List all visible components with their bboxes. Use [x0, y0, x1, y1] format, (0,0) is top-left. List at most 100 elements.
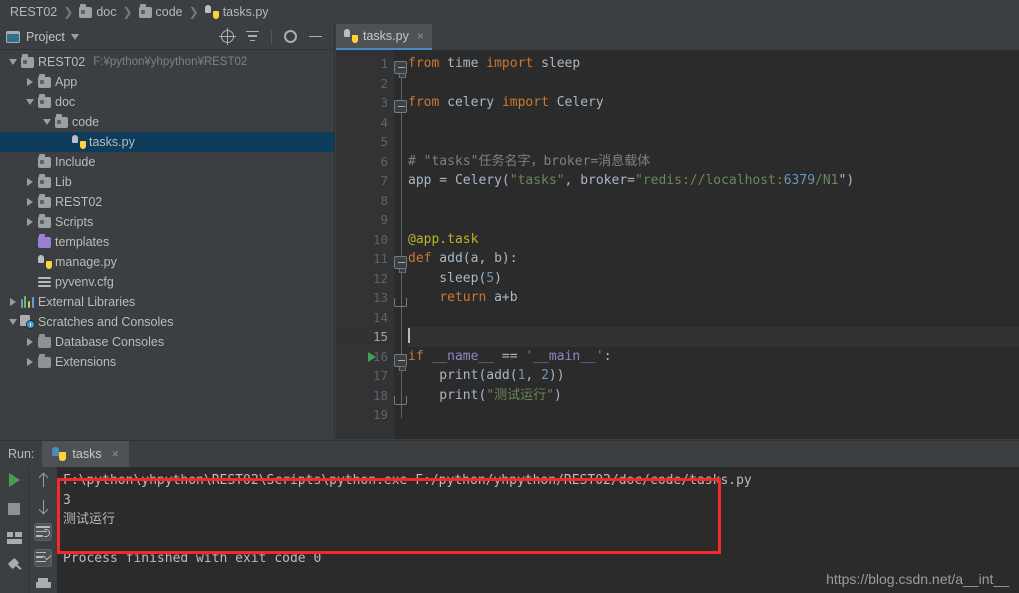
code-line[interactable]	[408, 191, 1019, 211]
run-tab-tasks[interactable]: tasks ×	[42, 441, 129, 467]
tree-item-external-libraries[interactable]: External Libraries	[0, 292, 334, 312]
arrow-down-icon	[38, 499, 49, 514]
line-number: 14	[336, 308, 394, 328]
editor-tab-tasks-py[interactable]: tasks.py ×	[336, 24, 432, 50]
editor-tabbar: tasks.py ×	[336, 24, 1019, 50]
code-line[interactable]: print("测试运行")	[408, 386, 1019, 406]
tree-item-path: F:¥python¥yhpython¥REST02	[93, 56, 247, 68]
chevron-down-icon[interactable]	[71, 34, 79, 40]
tree-item-code[interactable]: code	[0, 112, 334, 132]
code-line[interactable]: if __name__ == '__main__':	[408, 347, 1019, 367]
code-line[interactable]	[408, 308, 1019, 328]
line-number: 19	[336, 405, 394, 425]
code-line[interactable]: sleep(5)	[408, 269, 1019, 289]
chevron-down-icon[interactable]	[23, 99, 36, 105]
run-line-marker-icon[interactable]	[368, 352, 376, 362]
chevron-right-icon[interactable]	[23, 198, 36, 206]
tree-item-scratches-and-consoles[interactable]: Scratches and Consoles	[0, 312, 334, 332]
run-toolbar-left	[0, 467, 29, 593]
breadcrumb-item-rest02[interactable]: REST02	[6, 5, 57, 19]
soft-wrap-button[interactable]	[34, 523, 52, 541]
code-line[interactable]: @app.task	[408, 230, 1019, 250]
code-line[interactable]: return a+b	[408, 288, 1019, 308]
tree-item-lib[interactable]: Lib	[0, 172, 334, 192]
code-line[interactable]	[408, 74, 1019, 94]
pin-button[interactable]	[5, 558, 23, 576]
python-file-icon	[38, 255, 52, 269]
layout-button[interactable]	[5, 529, 23, 547]
line-number: 3	[336, 93, 394, 113]
breadcrumb-item-code[interactable]: code	[139, 5, 183, 19]
folder-icon	[38, 77, 51, 88]
project-title[interactable]: Project	[6, 30, 79, 44]
print-button[interactable]	[34, 575, 52, 593]
chevron-down-icon[interactable]	[6, 59, 19, 65]
chevron-right-icon[interactable]	[23, 338, 36, 346]
collapse-all-icon[interactable]	[246, 30, 259, 43]
code-line[interactable]	[408, 327, 1019, 347]
code-line[interactable]: print(add(1, 2))	[408, 366, 1019, 386]
python-file-icon	[205, 5, 219, 19]
rerun-button[interactable]	[5, 471, 23, 489]
tree-item-rest02[interactable]: REST02	[0, 192, 334, 212]
tree-item-label: doc	[55, 95, 75, 109]
code-line[interactable]: def add(a, b):	[408, 249, 1019, 269]
gear-icon[interactable]	[284, 30, 297, 43]
tree-item-app[interactable]: App	[0, 72, 334, 92]
line-number: 17	[336, 366, 394, 386]
chevron-right-icon[interactable]	[23, 358, 36, 366]
code-line[interactable]: from celery import Celery	[408, 93, 1019, 113]
tree-item-extensions[interactable]: Extensions	[0, 352, 334, 372]
line-number: 10	[336, 230, 394, 250]
code-line[interactable]: # "tasks"任务名字，broker=消息载体	[408, 152, 1019, 172]
code-line[interactable]: app = Celery("tasks", broker="redis://lo…	[408, 171, 1019, 191]
tree-item-tasks-py[interactable]: tasks.py	[0, 132, 334, 152]
breadcrumb: REST02 ❯ doc ❯ code ❯ tasks.py	[0, 0, 1019, 24]
arrow-up-icon	[38, 473, 49, 488]
tree-item-scripts[interactable]: Scripts	[0, 212, 334, 232]
editor-gutter[interactable]: 1 2 3 4 5 6 7 8 9 10 11 12 13 14 15 16 17 18 19	[336, 50, 394, 439]
chevron-right-icon[interactable]	[23, 218, 36, 226]
chevron-right-icon[interactable]	[6, 298, 19, 306]
tree-item-rest02[interactable]: REST02 F:¥python¥yhpython¥REST02	[0, 52, 334, 72]
project-tool-window: Project REST02 F:¥python¥yhpython¥REST02 A…	[0, 24, 335, 439]
line-number: 12	[336, 269, 394, 289]
chevron-right-icon[interactable]	[23, 78, 36, 86]
locate-icon[interactable]	[221, 30, 234, 43]
down-button[interactable]	[34, 497, 52, 515]
scroll-to-end-button[interactable]	[34, 549, 52, 567]
code-line[interactable]	[408, 210, 1019, 230]
tree-item-label: REST02	[38, 55, 85, 69]
stop-button[interactable]	[5, 500, 23, 518]
folder-icon	[38, 97, 51, 108]
up-button[interactable]	[34, 471, 52, 489]
tree-item-templates[interactable]: templates	[0, 232, 334, 252]
config-file-icon	[38, 276, 51, 288]
tree-item-doc[interactable]: doc	[0, 92, 334, 112]
breadcrumb-label: code	[156, 5, 183, 19]
tree-item-label: code	[72, 115, 99, 129]
breadcrumb-item-doc[interactable]: doc	[79, 5, 116, 19]
hide-icon[interactable]	[309, 36, 322, 38]
run-tab-label: tasks	[72, 447, 101, 461]
libraries-icon	[21, 296, 35, 308]
tree-item-database-consoles[interactable]: Database Consoles	[0, 332, 334, 352]
close-icon[interactable]: ×	[112, 447, 119, 461]
breadcrumb-item-tasks-py[interactable]: tasks.py	[205, 5, 269, 19]
chevron-right-icon[interactable]	[23, 178, 36, 186]
code-line[interactable]	[408, 405, 1019, 425]
python-file-icon	[344, 29, 358, 43]
code-line[interactable]	[408, 132, 1019, 152]
close-icon[interactable]: ×	[417, 29, 424, 43]
code-text[interactable]: from time import sleep from celery impor…	[394, 50, 1019, 439]
line-number: 8	[336, 191, 394, 211]
code-line[interactable]	[408, 113, 1019, 133]
tree-item-include[interactable]: Include	[0, 152, 334, 172]
tree-item-pyvenv-cfg[interactable]: pyvenv.cfg	[0, 272, 334, 292]
code-line[interactable]: from time import sleep	[408, 54, 1019, 74]
tree-item-manage-py[interactable]: manage.py	[0, 252, 334, 272]
line-number: 9	[336, 210, 394, 230]
scratches-icon	[20, 315, 35, 329]
chevron-down-icon[interactable]	[6, 319, 19, 325]
chevron-down-icon[interactable]	[40, 119, 53, 125]
